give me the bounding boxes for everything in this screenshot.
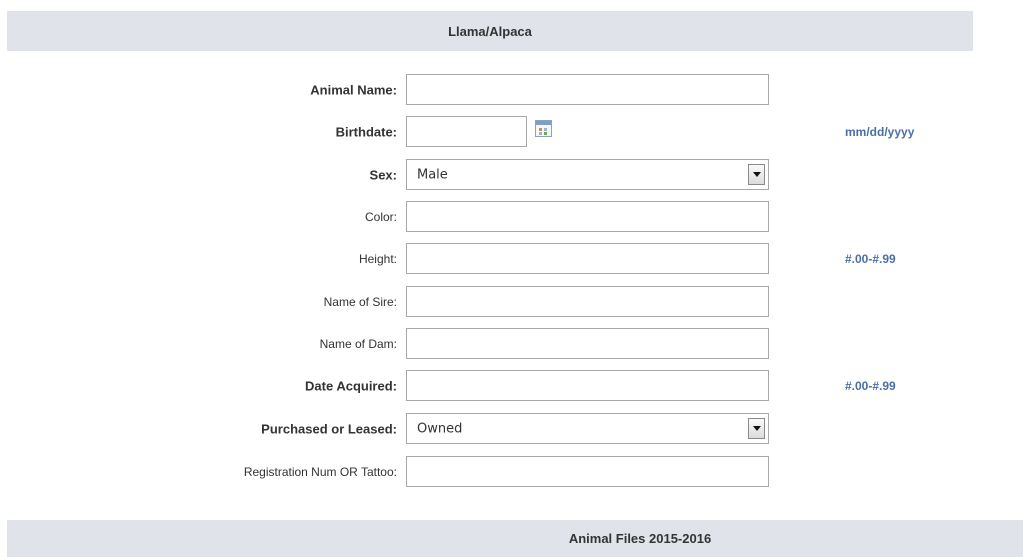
section-header-animal-files: Animal Files 2015-2016 <box>7 520 1023 557</box>
registration-input[interactable] <box>406 456 769 487</box>
animal-name-label: Animal Name: <box>310 82 397 98</box>
height-input[interactable] <box>406 243 769 274</box>
chevron-down-icon[interactable] <box>748 164 765 185</box>
date-acquired-label: Date Acquired: <box>305 378 397 394</box>
height-format-hint: #.00-#.99 <box>845 252 896 266</box>
birthdate-label: Birthdate: <box>335 124 397 140</box>
section-header-llama-alpaca: Llama/Alpaca <box>7 11 973 51</box>
row-color: Color: <box>0 201 1023 233</box>
dam-label: Name of Dam: <box>319 337 397 351</box>
color-label: Color: <box>364 210 397 224</box>
birthdate-input[interactable] <box>406 116 527 147</box>
registration-label: Registration Num OR Tattoo: <box>243 465 397 479</box>
row-birthdate: Birthdate: mm/dd/yyyy <box>0 116 1023 148</box>
row-height: Height: #.00-#.99 <box>0 243 1023 275</box>
animal-name-input[interactable] <box>406 74 769 105</box>
row-sire: Name of Sire: <box>0 286 1023 318</box>
color-input[interactable] <box>406 201 769 232</box>
height-label: Height: <box>358 252 397 266</box>
row-purchased-leased: Purchased or Leased: Owned <box>0 413 1023 445</box>
row-registration: Registration Num OR Tattoo: <box>0 456 1023 488</box>
sex-select[interactable]: Male <box>406 159 769 190</box>
row-dam: Name of Dam: <box>0 328 1023 360</box>
row-date-acquired: Date Acquired: #.00-#.99 <box>0 370 1023 402</box>
chevron-down-icon[interactable] <box>748 418 765 439</box>
row-animal-name: Animal Name: <box>0 74 1023 106</box>
sire-input[interactable] <box>406 286 769 317</box>
date-acquired-input[interactable] <box>406 370 769 401</box>
purchased-leased-selected-value: Owned <box>417 421 463 436</box>
purchased-leased-label: Purchased or Leased: <box>261 421 397 437</box>
purchased-leased-select[interactable]: Owned <box>406 413 769 444</box>
sex-selected-value: Male <box>417 167 448 182</box>
sex-label: Sex: <box>369 167 397 183</box>
section-title: Llama/Alpaca <box>448 23 532 39</box>
sire-label: Name of Sire: <box>323 295 397 309</box>
next-section-title: Animal Files 2015-2016 <box>568 531 712 546</box>
dam-input[interactable] <box>406 328 769 359</box>
date-acquired-format-hint: #.00-#.99 <box>845 379 896 393</box>
birthdate-format-hint: mm/dd/yyyy <box>845 125 915 139</box>
calendar-icon[interactable] <box>535 120 552 137</box>
row-sex: Sex: Male <box>0 159 1023 191</box>
